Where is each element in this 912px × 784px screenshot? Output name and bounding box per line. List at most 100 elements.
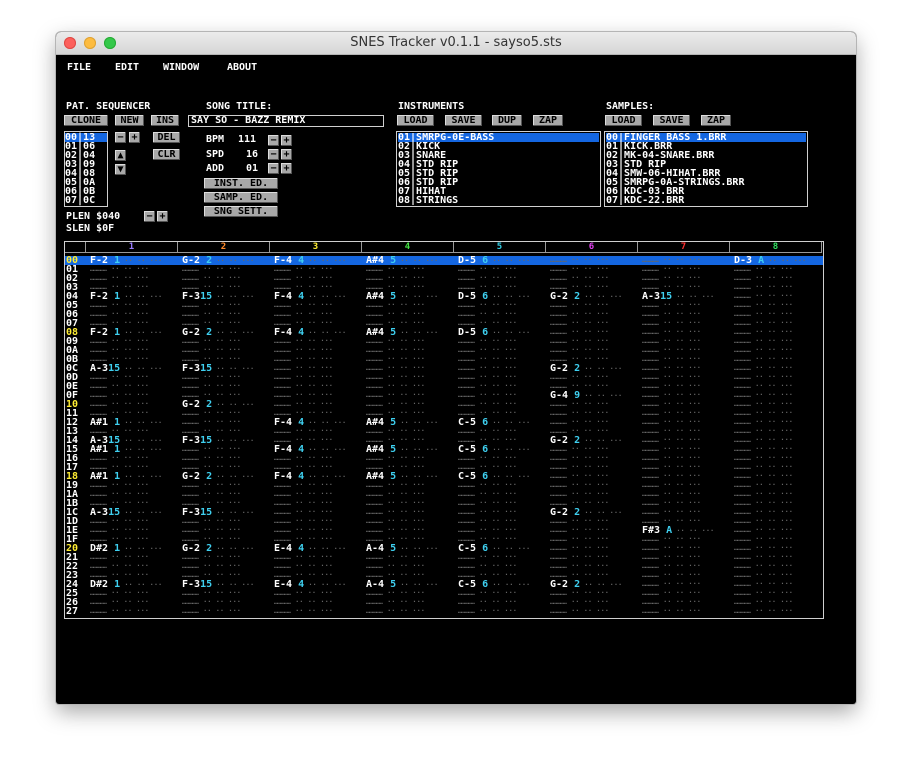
add-increment-button[interactable]: + xyxy=(281,163,292,174)
empty-cell[interactable]: ………… ·· ·· ··· xyxy=(274,598,333,607)
empty-cell[interactable]: ………… ·· ·· ··· xyxy=(458,481,517,490)
empty-cell[interactable]: ………… ·· ·· ··· xyxy=(642,454,701,463)
note-cell[interactable]: E-4 4 ·· ·· ··· xyxy=(274,580,346,590)
empty-cell[interactable]: ………… ·· ·· ··· xyxy=(642,535,701,544)
channel-header-4[interactable]: 4 xyxy=(362,242,454,253)
note-cell[interactable]: F-315 ·· ·· ··· xyxy=(182,580,254,590)
sequence-entry[interactable]: 07|0C xyxy=(65,196,95,206)
empty-cell[interactable]: ………… ·· ·· ··· xyxy=(366,454,425,463)
sample-item[interactable]: 00|FINGER BASS 1.BRR xyxy=(606,133,806,142)
empty-cell[interactable]: ………… ·· ·· ··· xyxy=(642,355,701,364)
empty-cell[interactable]: ………… ·· ·· ··· xyxy=(458,589,517,598)
empty-cell[interactable]: ………… ·· ·· ··· xyxy=(274,607,333,616)
empty-cell[interactable]: ………… ·· ·· ··· xyxy=(642,445,701,454)
note-cell[interactable]: G-2 2 ·· ·· ··· xyxy=(182,328,254,338)
empty-cell[interactable]: ………… ·· ·· ··· xyxy=(642,265,701,274)
empty-cell[interactable]: ………… ·· ·· ··· xyxy=(366,508,425,517)
empty-cell[interactable]: ………… ·· ·· ··· xyxy=(458,598,517,607)
empty-cell[interactable]: ………… ·· ·· ··· xyxy=(274,382,333,391)
instrument-editor-button[interactable]: INST. ED. xyxy=(204,178,278,189)
empty-cell[interactable]: ………… ·· ·· ··· xyxy=(274,490,333,499)
bpm-increment-button[interactable]: + xyxy=(281,135,292,146)
note-cell[interactable]: E-4 4 ·· ·· ··· xyxy=(274,544,346,554)
empty-cell[interactable]: ………… ·· ·· ··· xyxy=(458,310,517,319)
empty-cell[interactable]: ………… ·· ·· ··· xyxy=(550,328,609,337)
note-cell[interactable]: F-4 4 ·· ·· ··· xyxy=(274,328,346,338)
empty-cell[interactable]: ………… ·· ·· ··· xyxy=(274,274,333,283)
pattern-editor-grid[interactable]: 1 2 3 4 5 6 7 8 00………… ·· ·· ···………… ·· ·· ··· 01… xyxy=(64,241,824,619)
empty-cell[interactable]: ………… ·· ·· ··· xyxy=(642,301,701,310)
empty-cell[interactable]: ………… ·· ·· ··· xyxy=(366,481,425,490)
empty-cell[interactable]: ………… ·· ·· ··· xyxy=(366,274,425,283)
empty-cell[interactable]: ………… ·· ·· ··· xyxy=(458,337,517,346)
note-cell[interactable]: D-5 6 ·· ·· ··· xyxy=(458,328,530,338)
spd-decrement-button[interactable]: − xyxy=(268,149,279,160)
empty-cell[interactable]: ………… ·· ·· ··· xyxy=(274,391,333,400)
note-cell[interactable]: F-4 4 ·· ·· ··· xyxy=(274,472,346,482)
empty-cell[interactable]: ………… ·· ·· ··· xyxy=(642,553,701,562)
instrument-zap-button[interactable]: ZAP xyxy=(533,115,563,126)
empty-cell[interactable]: ………… ·· ·· ··· xyxy=(366,490,425,499)
note-cell[interactable]: F-2 1 ·· ·· ··· xyxy=(90,256,162,266)
empty-cell[interactable]: ………… ·· ·· ··· xyxy=(366,364,425,373)
empty-cell[interactable]: ………… ·· ·· ··· xyxy=(734,526,793,535)
note-cell[interactable]: A-315 ·· ·· ··· xyxy=(90,364,162,374)
spd-increment-button[interactable]: + xyxy=(281,149,292,160)
empty-cell[interactable]: ………… ·· ·· ··· xyxy=(642,382,701,391)
channel-header-1[interactable]: 1 xyxy=(86,242,178,253)
empty-cell[interactable]: ………… ·· ·· ··· xyxy=(734,265,793,274)
empty-cell[interactable]: ………… ·· ·· ··· xyxy=(366,391,425,400)
empty-cell[interactable]: ………… ·· ·· ··· xyxy=(274,364,333,373)
empty-cell[interactable]: ………… ·· ·· ··· xyxy=(734,436,793,445)
note-cell[interactable]: A#4 5 ·· ·· ··· xyxy=(366,472,438,482)
note-cell[interactable]: A#4 5 ·· ·· ··· xyxy=(366,328,438,338)
empty-cell[interactable]: ………… ·· ·· ··· xyxy=(550,454,609,463)
empty-cell[interactable]: ………… ·· ·· ··· xyxy=(550,562,609,571)
sample-editor-button[interactable]: SAMP. ED. xyxy=(204,192,278,203)
empty-cell[interactable]: ………… ·· ·· ··· xyxy=(550,445,609,454)
empty-cell[interactable]: ………… ·· ·· ··· xyxy=(90,310,149,319)
empty-cell[interactable]: ………… ·· ·· ··· xyxy=(182,301,241,310)
empty-cell[interactable]: ………… ·· ·· ··· xyxy=(734,508,793,517)
channel-header-3[interactable]: 3 xyxy=(270,242,362,253)
delete-pattern-button[interactable]: DEL xyxy=(153,132,180,143)
note-cell[interactable]: G-2 2 ·· ·· ··· xyxy=(182,544,254,554)
empty-cell[interactable]: ………… ·· ·· ··· xyxy=(90,553,149,562)
menu-edit[interactable]: EDIT xyxy=(115,63,139,73)
instrument-item[interactable]: 08|STRINGS xyxy=(398,196,599,205)
empty-cell[interactable]: ………… ·· ·· ··· xyxy=(182,490,241,499)
empty-cell[interactable]: ………… ·· ·· ··· xyxy=(90,400,149,409)
empty-cell[interactable]: ………… ·· ·· ··· xyxy=(734,562,793,571)
empty-cell[interactable]: ………… ·· ·· ··· xyxy=(366,301,425,310)
empty-cell[interactable]: ………… ·· ·· ··· xyxy=(642,256,701,265)
empty-cell[interactable]: ………… ·· ·· ··· xyxy=(458,400,517,409)
empty-cell[interactable]: ………… ·· ·· ··· xyxy=(550,319,609,328)
empty-cell[interactable]: ………… ·· ·· ··· xyxy=(366,526,425,535)
empty-cell[interactable]: ………… ·· ·· ··· xyxy=(366,589,425,598)
note-cell[interactable]: A#1 1 ·· ·· ··· xyxy=(90,445,162,455)
empty-cell[interactable]: ………… ·· ·· ··· xyxy=(550,481,609,490)
plen-decrement-button[interactable]: − xyxy=(144,211,155,222)
empty-cell[interactable]: ………… ·· ·· ··· xyxy=(274,400,333,409)
empty-cell[interactable]: ………… ·· ·· ··· xyxy=(90,598,149,607)
empty-cell[interactable]: ………… ·· ·· ··· xyxy=(734,373,793,382)
empty-cell[interactable]: ………… ·· ·· ··· xyxy=(274,355,333,364)
empty-cell[interactable]: ………… ·· ·· ··· xyxy=(642,364,701,373)
note-cell[interactable]: D#2 1 ·· ·· ··· xyxy=(90,580,162,590)
empty-cell[interactable]: ………… ·· ·· ··· xyxy=(642,508,701,517)
empty-cell[interactable]: ………… ·· ·· ··· xyxy=(182,598,241,607)
empty-cell[interactable]: ………… ·· ·· ··· xyxy=(274,553,333,562)
instrument-item[interactable]: 06|STD RIP xyxy=(398,178,599,187)
empty-cell[interactable]: ………… ·· ·· ··· xyxy=(550,526,609,535)
note-cell[interactable]: F-4 4 ·· ·· ··· xyxy=(274,445,346,455)
empty-cell[interactable]: ………… ·· ·· ··· xyxy=(90,301,149,310)
empty-cell[interactable]: ………… ·· ·· ··· xyxy=(550,301,609,310)
bpm-decrement-button[interactable]: − xyxy=(268,135,279,146)
empty-cell[interactable]: ………… ·· ·· ··· xyxy=(642,589,701,598)
empty-cell[interactable]: ………… ·· ·· ··· xyxy=(642,346,701,355)
empty-cell[interactable]: ………… ·· ·· ··· xyxy=(182,562,241,571)
empty-cell[interactable]: ………… ·· ·· ··· xyxy=(90,481,149,490)
note-cell[interactable]: A#4 5 ·· ·· ··· xyxy=(366,418,438,428)
empty-cell[interactable]: ………… ·· ·· ··· xyxy=(734,391,793,400)
note-cell[interactable]: C-5 6 ·· ·· ··· xyxy=(458,472,530,482)
